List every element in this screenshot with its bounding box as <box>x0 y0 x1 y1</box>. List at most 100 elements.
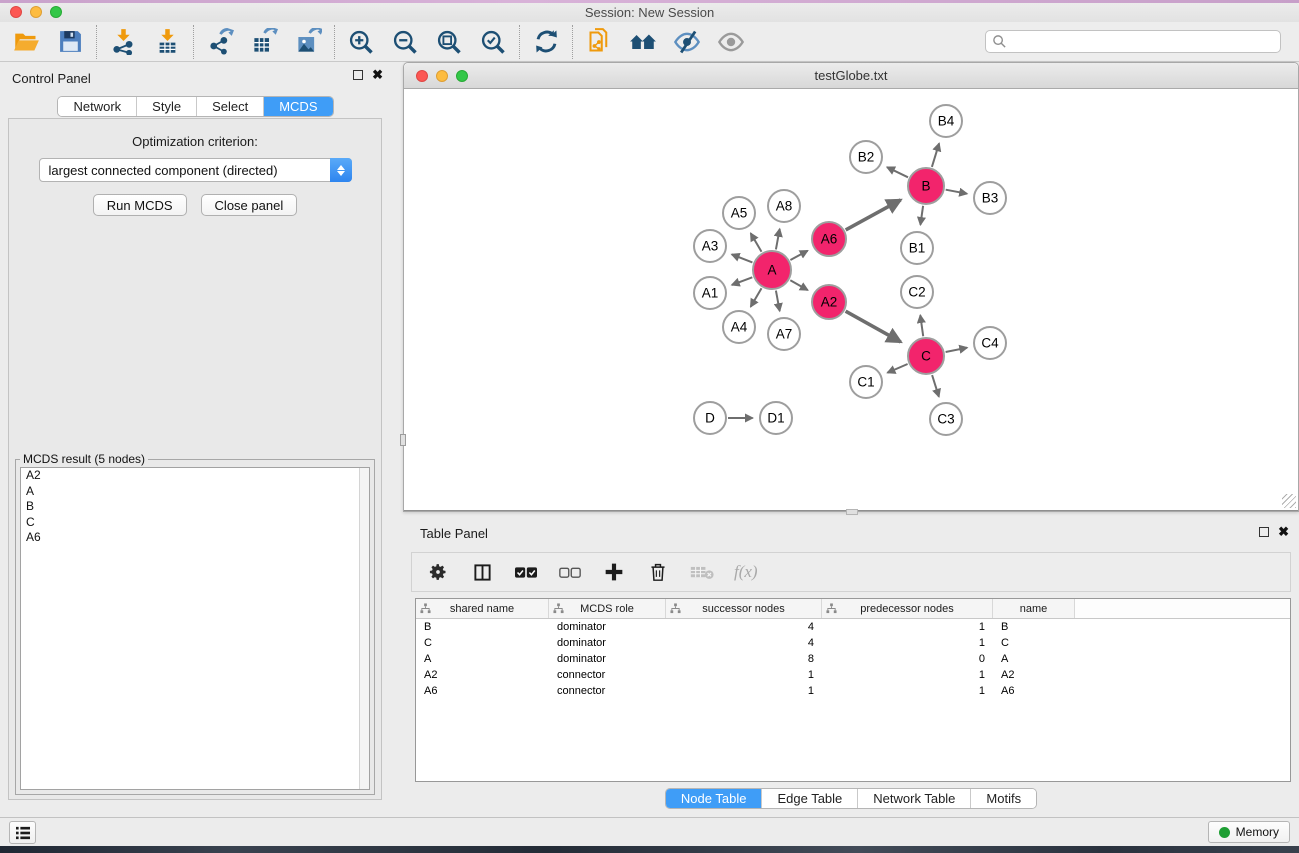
graph-node-C[interactable]: C <box>908 338 944 374</box>
mcds-result-item[interactable]: A2 <box>21 468 369 484</box>
table-settings-icon[interactable] <box>426 560 450 584</box>
column-header-shared-name[interactable]: shared name <box>416 599 549 618</box>
table-cell[interactable]: 1 <box>822 683 993 699</box>
graph-edge-C-C1[interactable] <box>888 364 908 373</box>
table-cell[interactable]: 4 <box>666 635 822 651</box>
table-cell[interactable]: C <box>993 635 1075 651</box>
table-cell[interactable]: 1 <box>666 683 822 699</box>
column-header-MCDS-role[interactable]: MCDS role <box>549 599 666 618</box>
zoom-selected-icon[interactable] <box>479 28 507 56</box>
table-cell[interactable]: C <box>416 635 549 651</box>
table-cell[interactable]: connector <box>549 683 666 699</box>
add-column-icon[interactable] <box>602 560 626 584</box>
table-cell[interactable]: dominator <box>549 651 666 667</box>
graph-edge-A-A8[interactable] <box>776 229 780 249</box>
graph-node-A7[interactable]: A7 <box>768 318 800 350</box>
search-input[interactable] <box>985 30 1281 53</box>
delete-column-icon[interactable] <box>646 560 670 584</box>
table-cell[interactable]: A6 <box>993 683 1075 699</box>
graph-node-C4[interactable]: C4 <box>974 327 1006 359</box>
column-header-name[interactable]: name <box>993 599 1075 618</box>
tab-network-table[interactable]: Network Table <box>858 789 971 808</box>
graph-edge-A-A5[interactable] <box>751 233 762 252</box>
table-row[interactable]: Bdominator41B <box>416 619 1290 635</box>
graph-edge-C-C2[interactable] <box>920 315 923 336</box>
tab-network[interactable]: Network <box>58 97 137 116</box>
graph-edge-A2-C[interactable] <box>846 311 901 342</box>
deselect-all-rows-icon[interactable] <box>558 560 582 584</box>
export-image-icon[interactable] <box>294 28 322 56</box>
function-builder-icon[interactable]: f(x) <box>734 562 758 582</box>
network-canvas[interactable]: B4B2BB3A5A8A6B1A3AA1C2A2A4A7C4CC1C3DD1 <box>404 89 1298 511</box>
delete-table-icon[interactable] <box>690 560 714 584</box>
graph-edge-A-A7[interactable] <box>776 291 780 311</box>
float-panel-icon[interactable] <box>353 70 363 80</box>
table-cell[interactable]: 0 <box>822 651 993 667</box>
column-header-successor-nodes[interactable]: successor nodes <box>666 599 822 618</box>
import-network-icon[interactable] <box>109 28 137 56</box>
table-cell[interactable]: 1 <box>822 635 993 651</box>
graph-node-D1[interactable]: D1 <box>760 402 792 434</box>
tab-edge-table[interactable]: Edge Table <box>762 789 858 808</box>
graph-edge-A6-B[interactable] <box>846 200 901 230</box>
column-header-predecessor-nodes[interactable]: predecessor nodes <box>822 599 993 618</box>
graph-node-B[interactable]: B <box>908 168 944 204</box>
graph-node-A8[interactable]: A8 <box>768 190 800 222</box>
zoom-in-icon[interactable] <box>347 28 375 56</box>
select-all-rows-icon[interactable] <box>514 560 538 584</box>
run-mcds-button[interactable]: Run MCDS <box>93 194 187 216</box>
window-resize-grip[interactable] <box>1282 494 1296 508</box>
zoom-fit-icon[interactable] <box>435 28 463 56</box>
table-cell[interactable]: A6 <box>416 683 549 699</box>
export-table-icon[interactable] <box>250 28 278 56</box>
table-cell[interactable]: 1 <box>822 619 993 635</box>
table-cell[interactable]: connector <box>549 667 666 683</box>
hide-selected-icon[interactable] <box>673 28 701 56</box>
graph-node-C2[interactable]: C2 <box>901 276 933 308</box>
table-cell[interactable]: A2 <box>416 667 549 683</box>
graph-edge-B-B4[interactable] <box>932 143 939 167</box>
mcds-result-item[interactable]: A <box>21 484 369 500</box>
home-browser-icon[interactable] <box>629 28 657 56</box>
column-layout-icon[interactable] <box>470 560 494 584</box>
graph-node-A4[interactable]: A4 <box>723 311 755 343</box>
close-panel-icon[interactable]: ✖ <box>372 70 383 80</box>
table-cell[interactable]: A2 <box>993 667 1075 683</box>
graph-edge-B-B1[interactable] <box>920 206 923 225</box>
table-cell[interactable]: B <box>993 619 1075 635</box>
graph-node-B3[interactable]: B3 <box>974 182 1006 214</box>
graph-node-B1[interactable]: B1 <box>901 232 933 264</box>
table-cell[interactable]: 4 <box>666 619 822 635</box>
graph-edge-B-B2[interactable] <box>887 167 908 177</box>
graph-node-A5[interactable]: A5 <box>723 197 755 229</box>
show-all-icon[interactable] <box>717 28 745 56</box>
open-session-icon[interactable] <box>12 28 40 56</box>
table-cell[interactable]: B <box>416 619 549 635</box>
table-row[interactable]: Cdominator41C <box>416 635 1290 651</box>
graph-edge-A-A3[interactable] <box>732 254 753 262</box>
mcds-result-item[interactable]: A6 <box>21 530 369 546</box>
save-session-icon[interactable] <box>56 28 84 56</box>
table-row[interactable]: Adominator80A <box>416 651 1290 667</box>
table-cell[interactable]: 1 <box>666 667 822 683</box>
graph-edge-A-A1[interactable] <box>732 277 752 285</box>
graph-node-A1[interactable]: A1 <box>694 277 726 309</box>
zoom-out-icon[interactable] <box>391 28 419 56</box>
graph-edge-C-C4[interactable] <box>946 348 968 352</box>
table-row[interactable]: A6connector11A6 <box>416 683 1290 699</box>
graph-edge-A-A2[interactable] <box>790 280 807 290</box>
close-table-panel-icon[interactable]: ✖ <box>1278 527 1289 537</box>
tab-motifs[interactable]: Motifs <box>971 789 1036 808</box>
mcds-result-list[interactable]: A2ABCA6 <box>20 467 370 790</box>
node-table[interactable]: shared nameMCDS rolesuccessor nodesprede… <box>415 598 1291 782</box>
memory-button[interactable]: Memory <box>1208 821 1290 843</box>
new-network-from-selection-icon[interactable] <box>585 28 613 56</box>
graph-edge-B-B3[interactable] <box>946 190 967 194</box>
table-row[interactable]: A2connector11A2 <box>416 667 1290 683</box>
mcds-result-item[interactable]: B <box>21 499 369 515</box>
graph-node-A[interactable]: A <box>753 251 791 289</box>
graph-node-C1[interactable]: C1 <box>850 366 882 398</box>
graph-node-A3[interactable]: A3 <box>694 230 726 262</box>
table-cell[interactable]: dominator <box>549 635 666 651</box>
graph-edge-C-C3[interactable] <box>932 375 939 397</box>
